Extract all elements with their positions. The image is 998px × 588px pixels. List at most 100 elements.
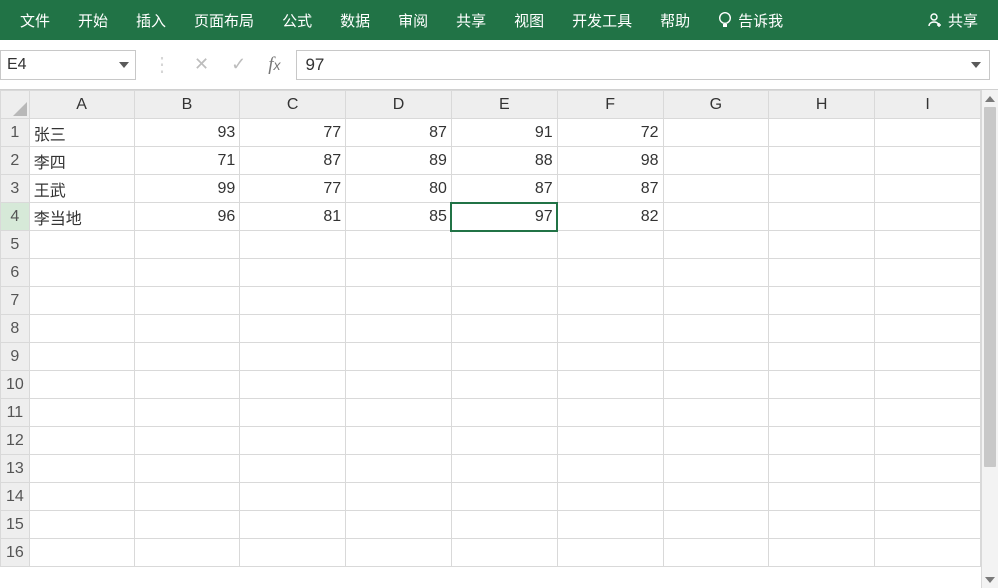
cell-E16[interactable] xyxy=(451,539,557,567)
cell-C14[interactable] xyxy=(240,483,346,511)
cell-B3[interactable]: 99 xyxy=(134,175,240,203)
cell-G9[interactable] xyxy=(663,343,769,371)
cell-B8[interactable] xyxy=(134,315,240,343)
cell-E15[interactable] xyxy=(451,511,557,539)
cell-F16[interactable] xyxy=(557,539,663,567)
cell-B15[interactable] xyxy=(134,511,240,539)
cell-G5[interactable] xyxy=(663,231,769,259)
vertical-scrollbar[interactable] xyxy=(981,90,998,588)
cell-A11[interactable] xyxy=(29,399,134,427)
cell-A4[interactable]: 李当地 xyxy=(29,203,134,231)
cell-I15[interactable] xyxy=(875,511,981,539)
cell-G3[interactable] xyxy=(663,175,769,203)
cell-C12[interactable] xyxy=(240,427,346,455)
cell-G7[interactable] xyxy=(663,287,769,315)
scrollbar-track[interactable] xyxy=(982,107,998,571)
column-header-E[interactable]: E xyxy=(451,91,557,119)
cell-D14[interactable] xyxy=(346,483,452,511)
cell-F5[interactable] xyxy=(557,231,663,259)
cell-G15[interactable] xyxy=(663,511,769,539)
cell-C1[interactable]: 77 xyxy=(240,119,346,147)
cell-H10[interactable] xyxy=(769,371,875,399)
cell-B2[interactable]: 71 xyxy=(134,147,240,175)
menu-file[interactable]: 文件 xyxy=(6,1,64,40)
cell-F1[interactable]: 72 xyxy=(557,119,663,147)
cell-B6[interactable] xyxy=(134,259,240,287)
cell-D8[interactable] xyxy=(346,315,452,343)
cell-B1[interactable]: 93 xyxy=(134,119,240,147)
cell-B9[interactable] xyxy=(134,343,240,371)
cell-D1[interactable]: 87 xyxy=(346,119,452,147)
cell-H7[interactable] xyxy=(769,287,875,315)
cell-E6[interactable] xyxy=(451,259,557,287)
cell-H12[interactable] xyxy=(769,427,875,455)
cell-G8[interactable] xyxy=(663,315,769,343)
cell-A5[interactable] xyxy=(29,231,134,259)
row-header-1[interactable]: 1 xyxy=(1,119,30,147)
scroll-down-icon[interactable] xyxy=(982,571,998,588)
cell-H2[interactable] xyxy=(769,147,875,175)
cell-A7[interactable] xyxy=(29,287,134,315)
cell-C7[interactable] xyxy=(240,287,346,315)
cell-D13[interactable] xyxy=(346,455,452,483)
cell-D10[interactable] xyxy=(346,371,452,399)
cell-B12[interactable] xyxy=(134,427,240,455)
cell-G2[interactable] xyxy=(663,147,769,175)
menu-page-layout[interactable]: 页面布局 xyxy=(180,1,268,40)
cell-F2[interactable]: 98 xyxy=(557,147,663,175)
column-header-C[interactable]: C xyxy=(240,91,346,119)
row-header-6[interactable]: 6 xyxy=(1,259,30,287)
cell-I13[interactable] xyxy=(875,455,981,483)
cell-B11[interactable] xyxy=(134,399,240,427)
cell-B13[interactable] xyxy=(134,455,240,483)
cell-A13[interactable] xyxy=(29,455,134,483)
row-header-7[interactable]: 7 xyxy=(1,287,30,315)
cell-C2[interactable]: 87 xyxy=(240,147,346,175)
cell-I5[interactable] xyxy=(875,231,981,259)
cell-B4[interactable]: 96 xyxy=(134,203,240,231)
cell-E3[interactable]: 87 xyxy=(451,175,557,203)
cell-H3[interactable] xyxy=(769,175,875,203)
cell-G14[interactable] xyxy=(663,483,769,511)
cell-E2[interactable]: 88 xyxy=(451,147,557,175)
cell-A2[interactable]: 李四 xyxy=(29,147,134,175)
cell-A12[interactable] xyxy=(29,427,134,455)
scroll-up-icon[interactable] xyxy=(982,90,998,107)
fx-icon[interactable]: fx xyxy=(268,54,280,76)
cell-D2[interactable]: 89 xyxy=(346,147,452,175)
cell-F12[interactable] xyxy=(557,427,663,455)
row-header-12[interactable]: 12 xyxy=(1,427,30,455)
confirm-icon[interactable]: ✓ xyxy=(231,54,246,75)
cell-F4[interactable]: 82 xyxy=(557,203,663,231)
spreadsheet-grid[interactable]: ABCDEFGHI1张三93778791722李四71878988983王武99… xyxy=(0,90,981,588)
cell-I4[interactable] xyxy=(875,203,981,231)
cell-D3[interactable]: 80 xyxy=(346,175,452,203)
cell-A15[interactable] xyxy=(29,511,134,539)
menu-share-tab[interactable]: 共享 xyxy=(442,1,500,40)
column-header-F[interactable]: F xyxy=(557,91,663,119)
cell-H13[interactable] xyxy=(769,455,875,483)
menu-review[interactable]: 审阅 xyxy=(384,1,442,40)
cell-H11[interactable] xyxy=(769,399,875,427)
cell-D7[interactable] xyxy=(346,287,452,315)
cell-A9[interactable] xyxy=(29,343,134,371)
cell-H8[interactable] xyxy=(769,315,875,343)
cell-D5[interactable] xyxy=(346,231,452,259)
cell-D6[interactable] xyxy=(346,259,452,287)
cell-F9[interactable] xyxy=(557,343,663,371)
menu-view[interactable]: 视图 xyxy=(500,1,558,40)
menu-data[interactable]: 数据 xyxy=(326,1,384,40)
cell-G16[interactable] xyxy=(663,539,769,567)
row-header-8[interactable]: 8 xyxy=(1,315,30,343)
menu-formulas[interactable]: 公式 xyxy=(268,1,326,40)
cell-F3[interactable]: 87 xyxy=(557,175,663,203)
cell-G1[interactable] xyxy=(663,119,769,147)
cell-G4[interactable] xyxy=(663,203,769,231)
cell-A16[interactable] xyxy=(29,539,134,567)
cell-C5[interactable] xyxy=(240,231,346,259)
name-box-dropdown-icon[interactable] xyxy=(119,62,129,68)
cell-E4[interactable]: 97 xyxy=(451,203,557,231)
cell-E1[interactable]: 91 xyxy=(451,119,557,147)
cell-G11[interactable] xyxy=(663,399,769,427)
cell-C11[interactable] xyxy=(240,399,346,427)
